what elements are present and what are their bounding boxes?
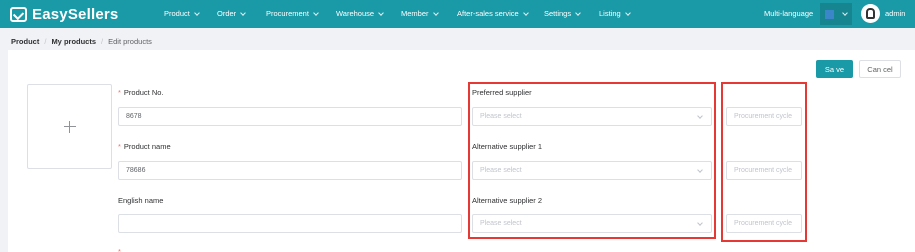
- cancel-button[interactable]: Can cel: [859, 60, 901, 78]
- chevron-down-icon: [194, 9, 200, 16]
- product-name-input[interactable]: 78686: [118, 161, 462, 180]
- nav-item-procurement[interactable]: Procurement: [266, 9, 319, 18]
- product-no-input[interactable]: 8678: [118, 107, 462, 126]
- chevron-down-icon: [240, 9, 247, 16]
- chevron-down-icon: [842, 10, 848, 16]
- nav-item-warehouse[interactable]: Warehouse: [336, 9, 384, 18]
- logo-icon: [10, 6, 27, 22]
- user-name[interactable]: admin: [885, 9, 905, 18]
- nav-item-order[interactable]: Order: [217, 9, 247, 18]
- required-mark: *: [118, 142, 121, 151]
- breadcrumb: Product / My products / Edit products: [11, 37, 152, 46]
- breadcrumb-my-products[interactable]: My products: [51, 37, 96, 46]
- top-navbar: EasySellers Product Order Procurement Wa…: [0, 0, 915, 28]
- logo-text: EasySellers: [32, 5, 119, 23]
- logo[interactable]: EasySellers: [10, 5, 118, 23]
- breadcrumb-separator: /: [101, 37, 104, 46]
- language-switch[interactable]: Multi-language: [764, 9, 813, 18]
- required-mark: *: [118, 88, 121, 97]
- breadcrumb-current: Edit products: [108, 37, 152, 46]
- chevron-down-icon: [575, 9, 581, 16]
- save-button[interactable]: Sa ve: [816, 60, 853, 78]
- required-mark: *: [118, 247, 121, 252]
- chevron-down-icon: [624, 9, 631, 16]
- nav-item-listing[interactable]: Listing: [599, 9, 631, 18]
- avatar[interactable]: [861, 4, 880, 23]
- nav-item-after-sales[interactable]: After-sales service: [457, 9, 529, 18]
- user-avatar-icon: [866, 8, 875, 19]
- english-name-label: English name: [118, 196, 164, 205]
- nav-item-product[interactable]: Product: [164, 9, 200, 18]
- breadcrumb-separator: /: [44, 37, 47, 46]
- procurement-cycle-highlight-box: [721, 82, 807, 242]
- theme-color-picker[interactable]: [820, 3, 852, 25]
- chevron-down-icon: [378, 9, 384, 16]
- chevron-down-icon: [313, 9, 319, 16]
- breadcrumb-product[interactable]: Product: [11, 37, 39, 46]
- image-upload[interactable]: [27, 84, 112, 169]
- nav-item-settings[interactable]: Settings: [544, 9, 581, 18]
- next-field-label: *: [118, 247, 124, 252]
- english-name-input[interactable]: [118, 214, 462, 233]
- chevron-down-icon: [522, 9, 529, 16]
- product-name-label: * Product name: [118, 142, 171, 151]
- color-swatch-icon: [825, 9, 834, 19]
- chevron-down-icon: [432, 9, 439, 16]
- nav-item-member[interactable]: Member: [401, 9, 439, 18]
- supplier-highlight-box: [468, 82, 716, 239]
- plus-icon: [63, 120, 76, 133]
- product-no-label: * Product No.: [118, 88, 164, 97]
